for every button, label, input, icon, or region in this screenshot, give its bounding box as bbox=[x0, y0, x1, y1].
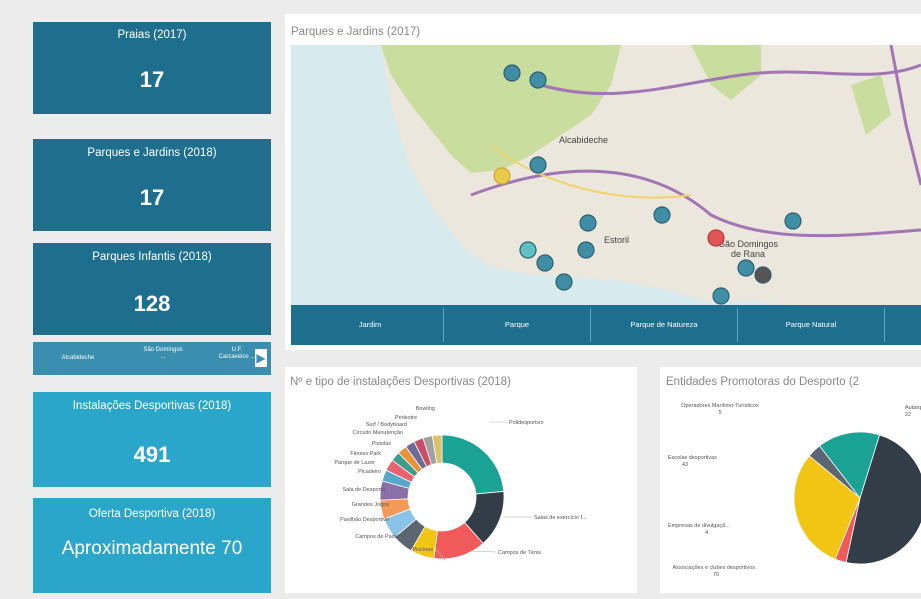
slice-label: Piscinas bbox=[413, 547, 434, 553]
slice-label: Parque de Lazer bbox=[334, 460, 375, 466]
chart2-panel: Entidades Promotoras do Desporto (2 Oper… bbox=[660, 367, 921, 593]
map-place-label: Estoril bbox=[604, 235, 629, 245]
slice-label: Fitness Park bbox=[350, 451, 381, 457]
kpi-parques-infantis[interactable]: Parques Infantis (2018) 128 bbox=[33, 243, 271, 335]
map-title: Parques e Jardins (2017) bbox=[291, 26, 421, 38]
kpi-instalacoes[interactable]: Instalações Desportivas (2018) 491 bbox=[33, 392, 271, 487]
tab-parque-natureza[interactable]: Parque de Natureza bbox=[591, 308, 738, 342]
slice-label: Empresas de divulgaçã... bbox=[668, 523, 730, 529]
tab-jardim[interactable]: Jardim bbox=[297, 308, 444, 342]
kpi-title: Parques e Jardins (2018) bbox=[87, 147, 217, 159]
map-marker[interactable] bbox=[555, 273, 573, 291]
map-marker[interactable] bbox=[707, 229, 725, 247]
chevron-right-icon[interactable]: ▶ bbox=[255, 349, 267, 367]
parish-slicer[interactable]: Alcabideche São Domingos ... U.F. Carcav… bbox=[33, 342, 271, 375]
map-marker[interactable] bbox=[503, 64, 521, 82]
slice-label: Pavilhão Desportivo bbox=[340, 517, 389, 523]
slice-label: Surf / Bodyboard bbox=[366, 422, 407, 428]
map-marker[interactable] bbox=[577, 241, 595, 259]
slice-label: Picadeiro bbox=[358, 469, 381, 475]
map-marker[interactable] bbox=[784, 212, 802, 230]
kpi-value: 491 bbox=[133, 442, 171, 467]
slice-label: Bowling bbox=[416, 406, 435, 412]
chart1-panel: Nº e tipo de instalações Desportivas (20… bbox=[285, 367, 637, 593]
kpi-value: Aproximadamente 70 bbox=[61, 538, 243, 559]
slice-label: Pistolas bbox=[372, 441, 392, 447]
map-view[interactable]: Alcabideche Estoril São Domingos de Rana bbox=[291, 45, 921, 315]
map-place-label: São Domingos bbox=[719, 239, 779, 249]
slice-label: Associações e clubes desportivos bbox=[672, 565, 755, 571]
map-marker[interactable] bbox=[737, 259, 755, 277]
slice-label: Campos de Padel bbox=[355, 534, 399, 540]
map-marker[interactable] bbox=[529, 156, 547, 174]
pie-slice[interactable] bbox=[441, 434, 505, 495]
chart2-title: Entidades Promotoras do Desporto (2 bbox=[666, 376, 860, 388]
slice-label: 4 bbox=[705, 530, 708, 536]
map-place-label: Alcabideche bbox=[559, 135, 608, 145]
kpi-title: Praias (2017) bbox=[117, 29, 187, 41]
slice-label: 70 bbox=[713, 572, 719, 578]
slicer-item[interactable]: Alcabideche bbox=[55, 355, 101, 362]
slice-label: 43 bbox=[682, 462, 688, 468]
tab-parque-natural[interactable]: Parque Natural bbox=[738, 308, 885, 342]
kpi-value: 128 bbox=[133, 291, 171, 316]
kpi-oferta[interactable]: Oferta Desportiva (2018) Aproximadamente… bbox=[33, 498, 271, 593]
slice-label: Grandes Jogos bbox=[352, 502, 390, 508]
map-marker[interactable] bbox=[536, 254, 554, 272]
kpi-title: Oferta Desportiva (2018) bbox=[88, 508, 216, 520]
map-marker[interactable] bbox=[754, 266, 772, 284]
map-graphic[interactable]: Alcabideche Estoril São Domingos de Rana bbox=[291, 45, 921, 315]
leader-line bbox=[469, 550, 497, 553]
entities-pie-chart: Operadores Marítimo-Turísticos5 Escolas d… bbox=[668, 403, 921, 578]
map-category-tabs: Jardim Parque Parque de Natureza Parque … bbox=[291, 305, 921, 345]
slicer-item[interactable]: U.F. Carcavelos ... bbox=[217, 347, 257, 361]
map-marker[interactable] bbox=[653, 206, 671, 224]
slice-label: Circuito Manutenção bbox=[353, 430, 403, 436]
kpi-parques-jardins[interactable]: Parques e Jardins (2018) 17 bbox=[33, 139, 271, 231]
kpi-title: Instalações Desportivas (2018) bbox=[72, 400, 232, 412]
map-marker[interactable] bbox=[579, 214, 597, 232]
kpi-praias[interactable]: Praias (2017) 17 bbox=[33, 22, 271, 114]
kpi-value: 17 bbox=[139, 185, 165, 210]
slice-label: Campos de Ténis bbox=[498, 550, 541, 556]
slice-label: 5 bbox=[718, 410, 721, 416]
map-marker[interactable] bbox=[712, 287, 730, 305]
slice-label: Pedestre bbox=[395, 415, 417, 421]
kpi-title: Parques Infantis (2018) bbox=[92, 251, 212, 263]
slice-label: Sala de Desporto bbox=[343, 487, 386, 493]
slice-label: Operadores Marítimo-Turísticos bbox=[681, 403, 759, 409]
map-marker[interactable] bbox=[519, 241, 537, 259]
map-marker[interactable] bbox=[493, 167, 511, 185]
slice-label: Polidesportivo bbox=[509, 420, 544, 426]
installations-donut-chart: Bowling PedestreSurf / Bodyboard Circuito … bbox=[334, 406, 587, 561]
slicer-item[interactable]: São Domingos ... bbox=[143, 347, 183, 361]
slice-label: 22 bbox=[905, 412, 911, 418]
map-marker[interactable] bbox=[529, 71, 547, 89]
slice-label: Escolas desportivas bbox=[668, 455, 717, 461]
chart1-title: Nº e tipo de instalações Desportivas (20… bbox=[290, 376, 511, 388]
tab-next[interactable] bbox=[885, 308, 921, 342]
slice-label: Salas de exercício f... bbox=[534, 515, 587, 521]
tab-parque[interactable]: Parque bbox=[444, 308, 591, 342]
map-place-label: de Rana bbox=[731, 249, 765, 259]
slice-label: Autarq bbox=[905, 405, 921, 411]
kpi-value: 17 bbox=[139, 67, 165, 92]
